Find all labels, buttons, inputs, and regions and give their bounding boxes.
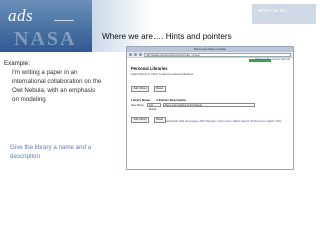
library-heading: Personal Libraries — [131, 66, 168, 71]
hint-text: Give the library a name and a descriptio… — [10, 144, 92, 160]
back-icon[interactable] — [129, 53, 132, 56]
section-tag: • Where we are… — [252, 4, 316, 24]
example-description: I'm writing a paper in an international … — [12, 69, 102, 103]
header-bar: ads NASA • Where we are… — [0, 0, 320, 52]
ads-logo[interactable]: ads NASA — [0, 0, 92, 52]
reset-button[interactable]: Reset — [153, 85, 166, 92]
logo-text: ads — [8, 6, 34, 25]
browser-screenshot: Personal Library Update http://adsabs.ha… — [126, 46, 294, 170]
add-library-button-bottom[interactable]: Add Library — [131, 116, 150, 123]
example-label: Example: — [4, 60, 30, 67]
forward-icon[interactable] — [134, 53, 137, 56]
header-gradient — [92, 0, 152, 52]
account-links[interactable]: (Sign out) My account Sign-off — [255, 58, 290, 61]
col-library-name: Library Name — [131, 98, 151, 102]
logo-watermark: NASA — [14, 28, 77, 50]
col-description: # Entries Description — [156, 98, 187, 102]
column-headers: Library Name # Entries Description — [131, 98, 289, 102]
logo-divider — [54, 20, 74, 21]
library-page: (Sign out) My account Sign-off Personal … — [127, 58, 293, 127]
page-title: Where we are…. Hints and pointers — [102, 32, 232, 41]
reset-button-bottom[interactable]: Reset — [153, 116, 166, 123]
add-library-button[interactable]: Add Library — [131, 85, 150, 92]
library-description-input[interactable]: Paper and modeling of Owl Nebula — [162, 103, 255, 107]
footer-links[interactable]: Data/Public ADS Homepage | ADS Manager |… — [165, 120, 281, 123]
url-field[interactable]: http://adsabs.harvard.edu/cgi-bin/nph-ab… — [144, 52, 291, 57]
reload-icon[interactable] — [139, 53, 142, 56]
